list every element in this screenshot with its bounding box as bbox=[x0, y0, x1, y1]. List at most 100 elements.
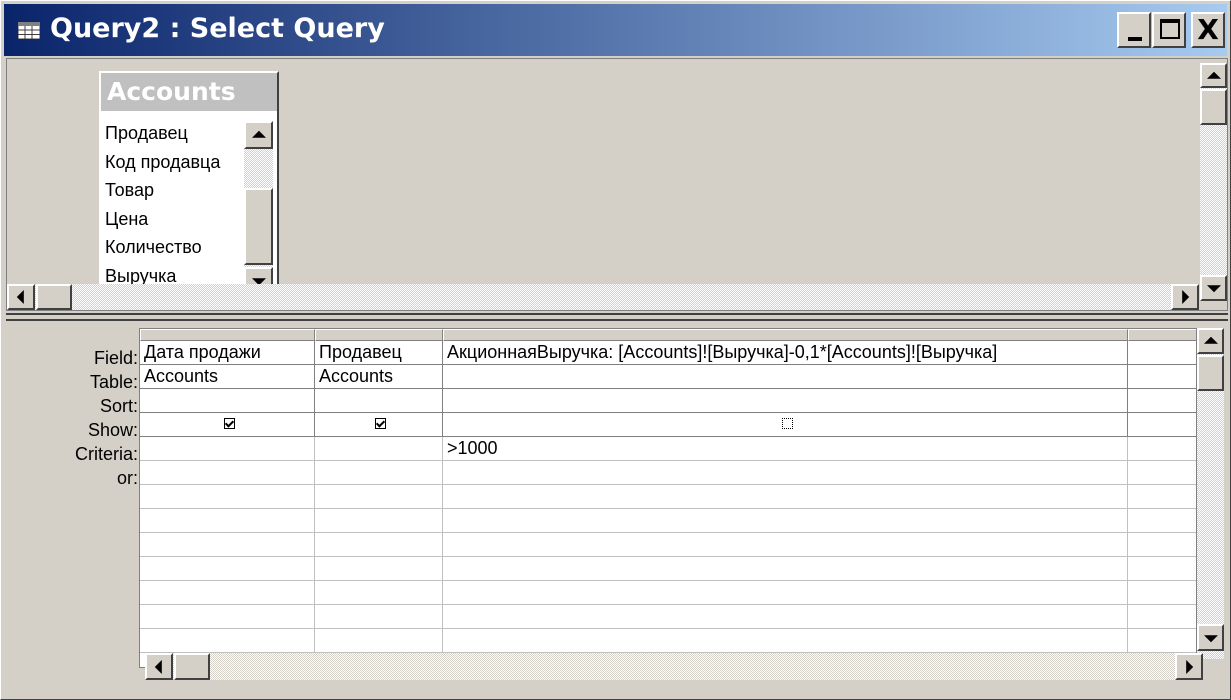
minimize-button[interactable] bbox=[1117, 12, 1151, 48]
grid-row-sort bbox=[140, 389, 1196, 413]
column-selector[interactable] bbox=[443, 329, 1128, 341]
grid-cell[interactable] bbox=[1128, 509, 1196, 533]
field-list-item[interactable]: Товар bbox=[105, 176, 243, 205]
field-list-vscroll[interactable] bbox=[244, 121, 273, 295]
maximize-button[interactable] bbox=[1152, 12, 1186, 48]
grid-cell[interactable] bbox=[315, 605, 443, 629]
or-cell[interactable] bbox=[1128, 461, 1196, 485]
scroll-down-button[interactable] bbox=[1197, 624, 1224, 651]
grid-cell[interactable] bbox=[140, 605, 315, 629]
field-cell[interactable] bbox=[1128, 341, 1196, 365]
grid-cell[interactable] bbox=[443, 557, 1128, 581]
grid-row-criteria: >1000 bbox=[140, 437, 1196, 461]
table-cell[interactable] bbox=[443, 365, 1128, 389]
show-checkbox[interactable] bbox=[375, 418, 386, 429]
field-list-item[interactable]: Количество bbox=[105, 233, 243, 262]
grid-cell[interactable] bbox=[315, 509, 443, 533]
show-cell[interactable] bbox=[1128, 413, 1196, 437]
arrow-left-icon bbox=[154, 659, 162, 674]
scroll-right-button[interactable] bbox=[1175, 653, 1203, 680]
grid-cell[interactable] bbox=[315, 629, 443, 653]
criteria-cell[interactable] bbox=[315, 437, 443, 461]
grid-cell[interactable] bbox=[1128, 605, 1196, 629]
grid-vscroll[interactable] bbox=[1197, 328, 1224, 659]
grid-cell[interactable] bbox=[443, 629, 1128, 653]
scroll-thumb[interactable] bbox=[36, 284, 72, 310]
sort-cell[interactable] bbox=[1128, 389, 1196, 413]
field-cell[interactable]: Продавец bbox=[315, 341, 443, 365]
close-button[interactable]: X bbox=[1191, 12, 1225, 48]
sort-cell[interactable] bbox=[315, 389, 443, 413]
show-checkbox[interactable] bbox=[223, 418, 235, 429]
grid-cell[interactable] bbox=[140, 509, 315, 533]
field-list-item[interactable]: Продавец bbox=[105, 119, 243, 148]
field-list-title: Accounts bbox=[107, 77, 236, 106]
field-list-item[interactable]: Цена bbox=[105, 205, 243, 234]
scroll-left-button[interactable] bbox=[145, 653, 173, 680]
design-grid: Дата продажи Продавец АкционнаяВыручка: … bbox=[139, 328, 1197, 668]
table-pane-hscroll[interactable] bbox=[7, 284, 1199, 310]
grid-cell[interactable] bbox=[443, 533, 1128, 557]
grid-cell[interactable] bbox=[140, 629, 315, 653]
scroll-up-button[interactable] bbox=[244, 121, 273, 149]
grid-cell[interactable] bbox=[443, 605, 1128, 629]
grid-hscroll[interactable] bbox=[145, 653, 1203, 680]
grid-cell[interactable] bbox=[1128, 533, 1196, 557]
grid-cell[interactable] bbox=[315, 557, 443, 581]
column-selector[interactable] bbox=[315, 329, 443, 341]
grid-row-empty bbox=[140, 629, 1196, 653]
title-bar[interactable]: Query2 : Select Query X bbox=[4, 4, 1227, 56]
grid-row-empty bbox=[140, 605, 1196, 629]
column-selector[interactable] bbox=[1128, 329, 1196, 341]
field-list-title-bar[interactable]: Accounts bbox=[101, 73, 277, 111]
field-cell[interactable]: АкционнаяВыручка: [Accounts]![Выручка]-0… bbox=[443, 341, 1128, 365]
criteria-cell[interactable]: >1000 bbox=[443, 437, 1128, 461]
table-cell[interactable]: Accounts bbox=[315, 365, 443, 389]
grid-cell[interactable] bbox=[1128, 557, 1196, 581]
criteria-cell[interactable] bbox=[140, 437, 315, 461]
arrow-up-icon bbox=[251, 130, 266, 138]
scroll-down-button[interactable] bbox=[1200, 275, 1227, 301]
show-cell bbox=[140, 413, 315, 437]
grid-cell[interactable] bbox=[140, 533, 315, 557]
table-cell[interactable]: Accounts bbox=[140, 365, 315, 389]
show-checkbox[interactable] bbox=[781, 418, 793, 429]
grid-row-or bbox=[140, 461, 1196, 485]
grid-cell[interactable] bbox=[140, 581, 315, 605]
scroll-thumb[interactable] bbox=[244, 188, 273, 265]
arrow-left-icon bbox=[16, 290, 24, 304]
or-cell[interactable] bbox=[140, 461, 315, 485]
criteria-cell[interactable] bbox=[1128, 437, 1196, 461]
sort-cell[interactable] bbox=[443, 389, 1128, 413]
pane-splitter[interactable] bbox=[6, 313, 1228, 321]
column-selector-row bbox=[140, 329, 1196, 341]
grid-cell[interactable] bbox=[140, 557, 315, 581]
or-cell[interactable] bbox=[315, 461, 443, 485]
scroll-up-button[interactable] bbox=[1200, 63, 1227, 88]
grid-cell[interactable] bbox=[443, 485, 1128, 509]
grid-cell[interactable] bbox=[443, 581, 1128, 605]
grid-cell[interactable] bbox=[443, 509, 1128, 533]
field-list-item[interactable]: Код продавца bbox=[105, 148, 243, 177]
scroll-right-button[interactable] bbox=[1171, 284, 1199, 310]
scroll-thumb[interactable] bbox=[1200, 89, 1227, 125]
grid-cell[interactable] bbox=[315, 485, 443, 509]
table-cell[interactable] bbox=[1128, 365, 1196, 389]
sort-cell[interactable] bbox=[140, 389, 315, 413]
column-selector[interactable] bbox=[140, 329, 315, 341]
grid-cell[interactable] bbox=[315, 581, 443, 605]
grid-cell[interactable] bbox=[315, 533, 443, 557]
scroll-up-button[interactable] bbox=[1197, 328, 1224, 354]
scroll-thumb[interactable] bbox=[1197, 355, 1224, 391]
scroll-left-button[interactable] bbox=[7, 284, 35, 310]
field-cell[interactable]: Дата продажи bbox=[140, 341, 315, 365]
field-list-accounts[interactable]: Accounts Продавец Код продавца Товар Цен… bbox=[99, 71, 279, 299]
scroll-thumb[interactable] bbox=[174, 653, 210, 680]
grid-row-empty bbox=[140, 509, 1196, 533]
grid-cell[interactable] bbox=[140, 485, 315, 509]
grid-cell[interactable] bbox=[1128, 581, 1196, 605]
table-pane-vscroll[interactable] bbox=[1200, 63, 1227, 301]
grid-cell[interactable] bbox=[1128, 485, 1196, 509]
or-cell[interactable] bbox=[443, 461, 1128, 485]
grid-cell[interactable] bbox=[1128, 629, 1196, 653]
